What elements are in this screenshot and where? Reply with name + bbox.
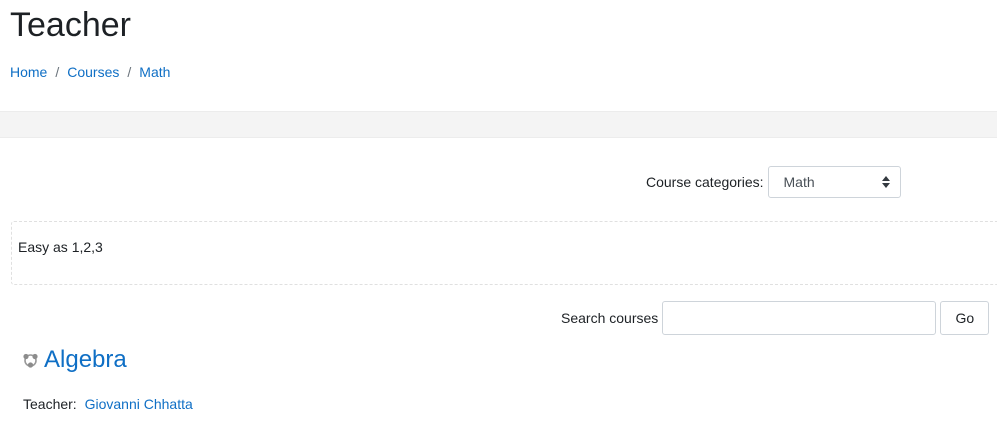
search-courses-input[interactable] [662, 301, 937, 335]
course-item: Algebra [22, 345, 127, 375]
select-arrows-icon [881, 176, 890, 188]
page: Teacher Home / Courses / Math Course cat… [0, 0, 997, 423]
page-title: Teacher [10, 6, 131, 44]
go-button[interactable]: Go [940, 301, 990, 335]
course-categories-row: Course categories: Math [646, 166, 901, 198]
course-teacher: Teacher: Giovanni Chhatta [23, 396, 193, 412]
course-link-algebra[interactable]: Algebra [44, 345, 127, 375]
breadcrumb-home-link[interactable]: Home [10, 63, 47, 81]
breadcrumb-courses-link[interactable]: Courses [67, 63, 119, 81]
course-categories-select[interactable]: Math [767, 166, 901, 198]
breadcrumb: Home / Courses / Math [10, 63, 170, 81]
course-icon [22, 352, 39, 369]
search-courses-label: Search courses [561, 310, 659, 326]
breadcrumb-separator: / [127, 64, 132, 80]
category-description-text: Easy as 1,2,3 [18, 239, 103, 255]
teacher-name-link[interactable]: Giovanni Chhatta [85, 396, 193, 412]
category-description: Easy as 1,2,3 [11, 221, 997, 285]
page-header-band [0, 111, 997, 138]
breadcrumb-math-link[interactable]: Math [139, 63, 170, 81]
breadcrumb-separator: / [55, 64, 60, 80]
teacher-label: Teacher: [23, 396, 77, 412]
course-categories-selected: Math [783, 174, 815, 190]
search-courses-row: Search courses Go [561, 301, 990, 335]
course-categories-label: Course categories: [646, 174, 764, 190]
